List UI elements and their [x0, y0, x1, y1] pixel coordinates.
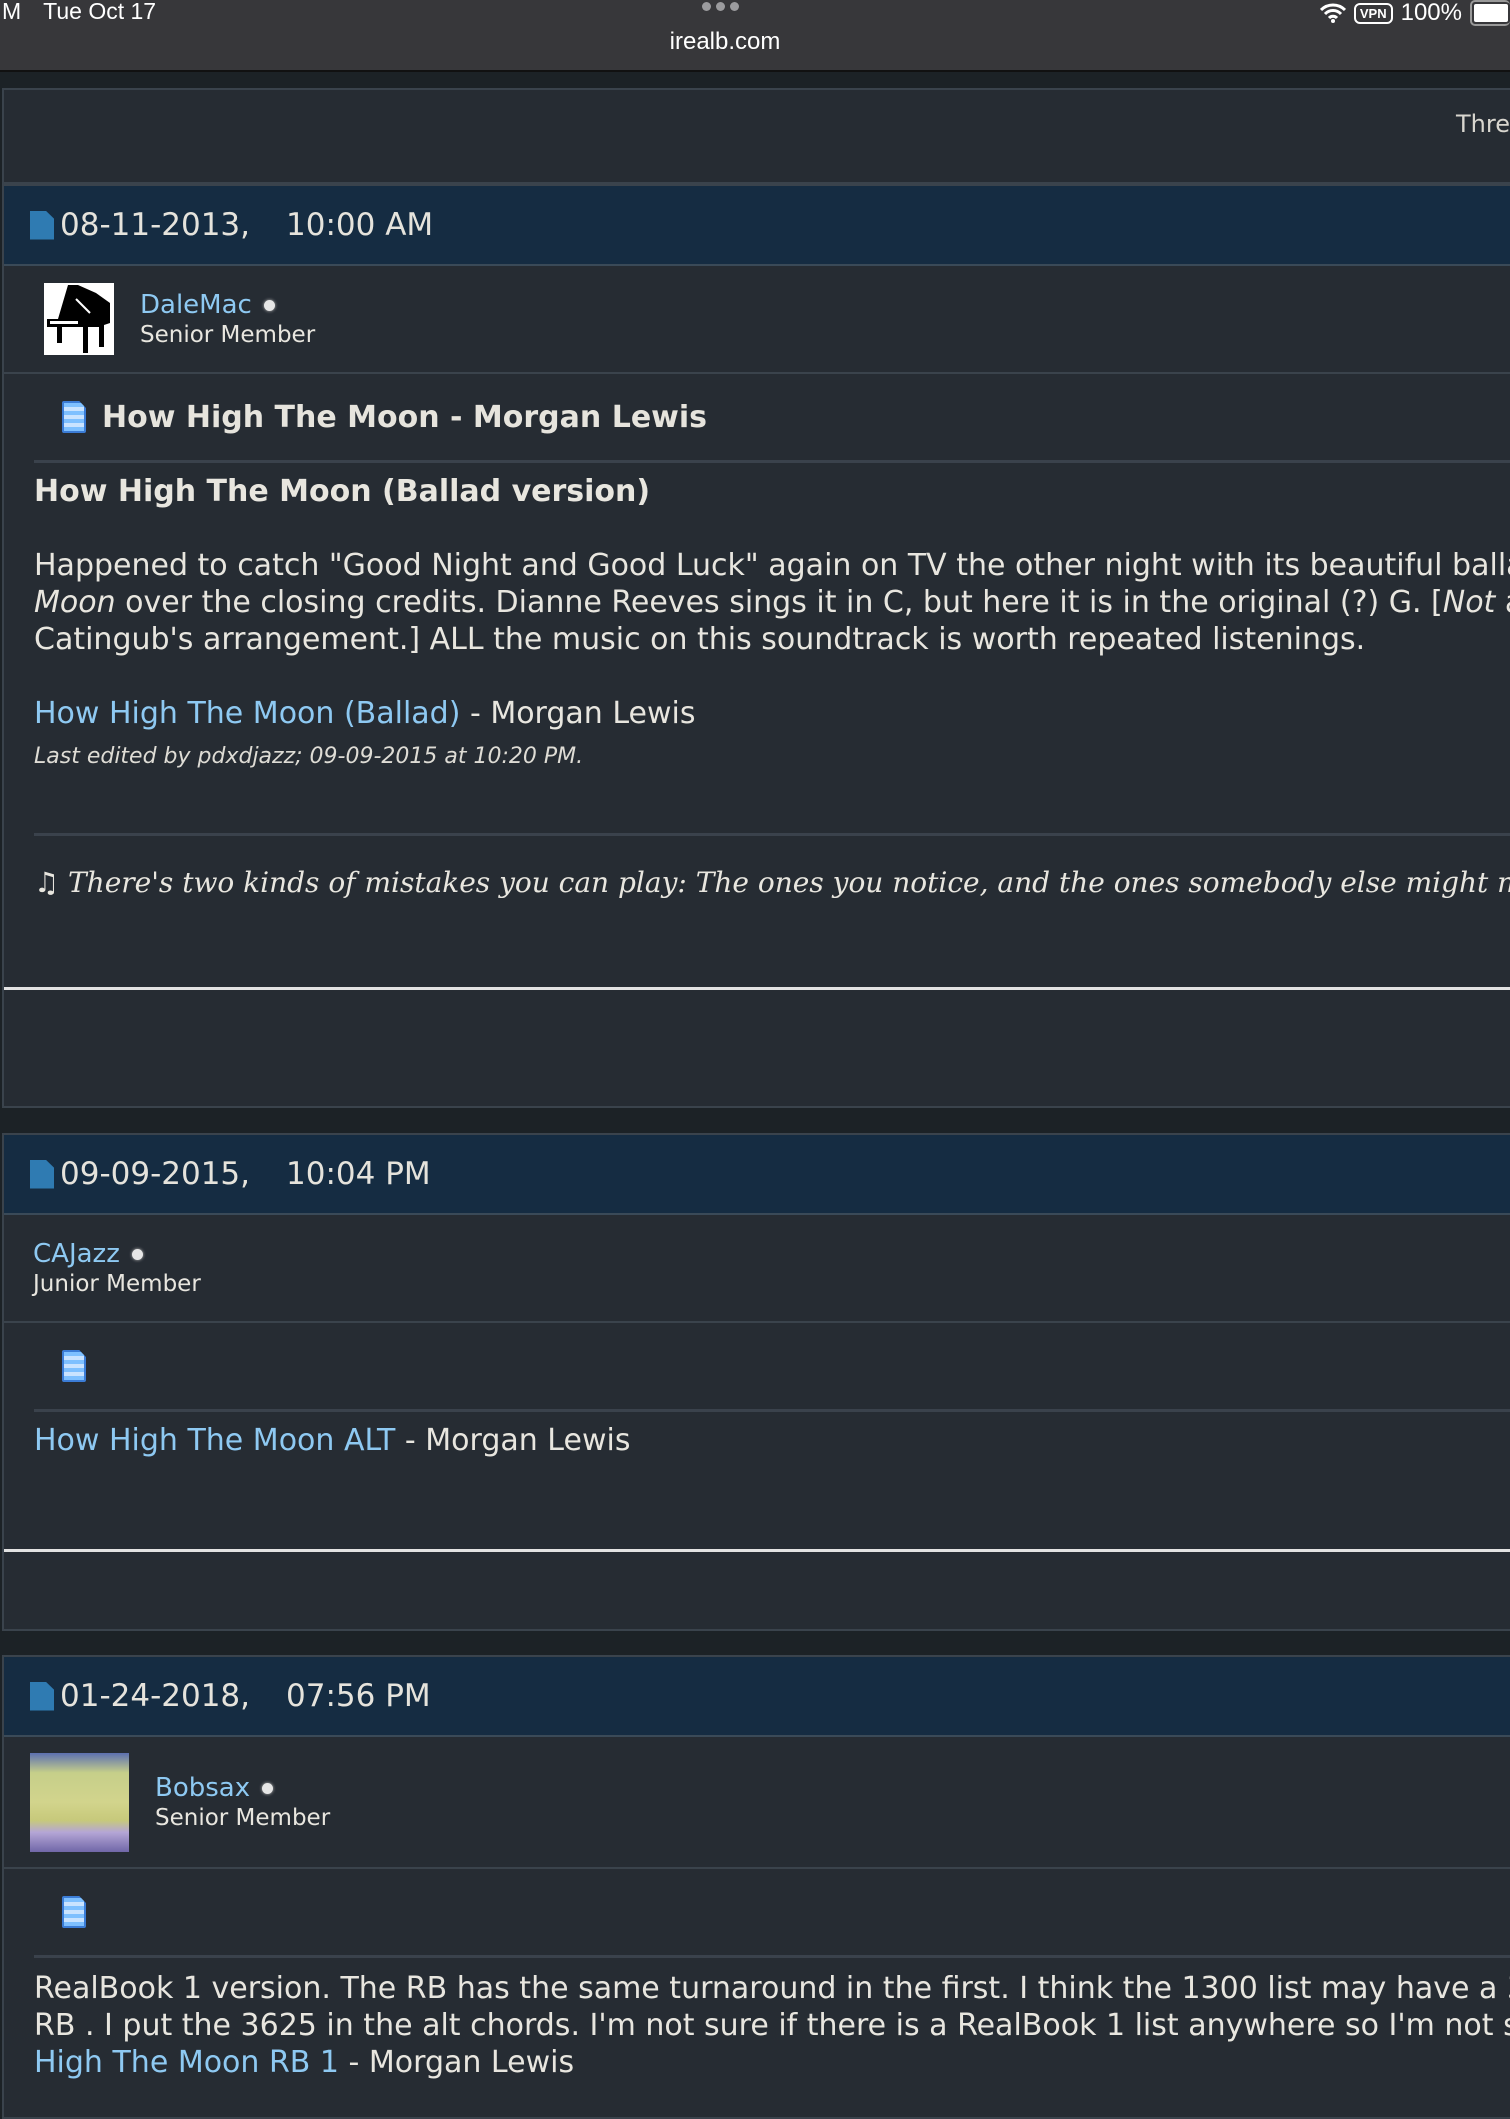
post-body: RealBook 1 version. The RB has the same … — [4, 1958, 1510, 2081]
user-meta: DaleMac Senior Member — [140, 290, 315, 348]
song-link[interactable]: How High The Moon (Ballad) — [34, 696, 460, 731]
address-url[interactable]: irealb.com — [0, 28, 1450, 56]
online-status-icon — [262, 1782, 274, 1794]
avatar[interactable] — [30, 1752, 129, 1852]
post-heading: How High The Moon (Ballad version) — [34, 474, 651, 509]
avatar[interactable] — [44, 283, 114, 355]
post: 08-11-2013, 10:00 AM DaleMac Senior Memb… — [2, 184, 1510, 1108]
battery-percent: 100% — [1400, 0, 1462, 26]
battery-icon — [1470, 0, 1510, 26]
post-footer-divider — [4, 1549, 1510, 1552]
post: 01-24-2018, 07:56 PM Bobsax Senior Membe… — [2, 1655, 1510, 2119]
status-time-date: M Tue Oct 17 — [2, 0, 178, 25]
song-link[interactable]: How High The Moon ALT — [34, 1423, 395, 1458]
post-icon — [30, 210, 54, 240]
username-link[interactable]: Bobsax — [155, 1773, 330, 1803]
post-footer-divider — [4, 987, 1510, 990]
post-header: 09-09-2015, 10:04 PM — [4, 1135, 1510, 1215]
signature-divider — [34, 833, 1510, 836]
body-line: Catingub's arrangement.] ALL the music o… — [34, 622, 1366, 657]
post-time: 07:56 PM — [286, 1678, 431, 1714]
last-edited-note: Last edited by pdxdjazz; 09-09-2015 at 1… — [34, 744, 584, 769]
user-rank: Senior Member — [155, 1805, 331, 1831]
user-meta: Bobsax Senior Member — [155, 1773, 330, 1831]
status-indicators: VPN 100% — [1319, 0, 1510, 27]
post-icon — [30, 1159, 54, 1189]
post-date: 01-24-2018, — [60, 1678, 251, 1714]
post-header: 01-24-2018, 07:56 PM — [4, 1657, 1510, 1737]
post-header: 08-11-2013, 10:00 AM — [4, 186, 1510, 266]
thread-tools-label[interactable]: Threa — [1456, 110, 1510, 138]
vpn-badge: VPN — [1353, 2, 1393, 24]
user-info: Bobsax Senior Member — [4, 1737, 1510, 1869]
song-link-row: High The Moon RB 1 - Morgan Lewis — [34, 2045, 575, 2080]
song-link[interactable]: High The Moon RB 1 — [34, 2045, 339, 2080]
user-rank: Junior Member — [33, 1271, 201, 1297]
online-status-icon — [263, 299, 275, 311]
song-link-row: How High The Moon ALT - Morgan Lewis — [34, 1423, 631, 1458]
document-icon — [62, 1896, 86, 1928]
post-body: How High The Moon (Ballad version) Happe… — [4, 463, 1510, 775]
post-icon — [30, 1681, 54, 1711]
post-title-text: How High The Moon - Morgan Lewis — [102, 399, 708, 435]
user-meta: CAJazz Junior Member — [33, 1239, 201, 1297]
post: 09-09-2015, 10:04 PM CAJazz Junior Membe… — [2, 1133, 1510, 1631]
post-body: How High The Moon ALT - Morgan Lewis — [4, 1412, 1510, 1459]
status-date: Tue Oct 17 — [43, 0, 157, 24]
body-line: RB . I put the 3625 in the alt chords. I… — [34, 2008, 1510, 2043]
body-line: Happened to catch "Good Night and Good L… — [34, 548, 1510, 583]
post-title: How High The Moon - Morgan Lewis — [34, 374, 1510, 463]
thread-toolbar: Threa — [2, 88, 1510, 184]
body-line: RealBook 1 version. The RB has the same … — [34, 1971, 1510, 2006]
document-icon — [62, 401, 86, 433]
document-icon — [62, 1350, 86, 1382]
body-line: Moon over the closing credits. Dianne Re… — [34, 585, 1510, 620]
wifi-icon — [1319, 3, 1346, 23]
status-time: M — [2, 0, 22, 24]
user-info: CAJazz Junior Member — [4, 1215, 1510, 1323]
more-dots-icon[interactable] — [702, 2, 739, 11]
username-link[interactable]: CAJazz — [33, 1239, 201, 1269]
signature: ♫ There's two kinds of mistakes you can … — [34, 866, 1510, 899]
song-link-row: How High The Moon (Ballad) - Morgan Lewi… — [34, 696, 696, 731]
online-status-icon — [131, 1248, 143, 1260]
user-rank: Senior Member — [140, 322, 316, 348]
post-date: 09-09-2015, — [60, 1156, 251, 1192]
post-title — [34, 1323, 1510, 1412]
post-date: 08-11-2013, — [60, 207, 251, 243]
post-time: 10:00 AM — [286, 207, 434, 243]
post-time: 10:04 PM — [286, 1156, 431, 1192]
status-bar: M Tue Oct 17 irealb.com VPN 100% — [0, 0, 1510, 72]
post-title — [34, 1869, 1510, 1958]
user-info: DaleMac Senior Member — [4, 266, 1510, 374]
username-link[interactable]: DaleMac — [140, 290, 315, 320]
